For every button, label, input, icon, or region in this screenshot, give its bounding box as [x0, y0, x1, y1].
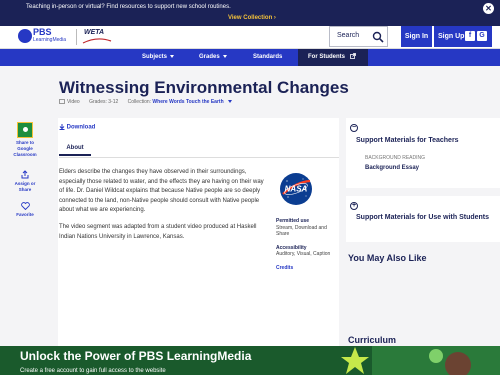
chevron-down-icon — [170, 54, 175, 58]
curriculum-heading: Curriculum — [348, 335, 397, 345]
credits-link[interactable]: Credits — [276, 265, 340, 272]
search-icon[interactable] — [372, 31, 384, 43]
support-students-card: + Support Materials for Use with Student… — [346, 196, 500, 242]
nav-for-students[interactable]: For Students — [298, 49, 368, 66]
description-paragraph: Elders describe the changes they have ob… — [59, 169, 264, 214]
nasa-logo: NASA — [280, 173, 312, 205]
chevron-down-icon — [222, 54, 227, 58]
rail-label: Share — [18, 187, 32, 192]
download-label: Download — [66, 124, 96, 131]
nav-standards[interactable]: Standards — [253, 49, 282, 66]
close-icon[interactable]: ✕ — [483, 3, 494, 14]
smiley-icon — [429, 349, 443, 363]
chevron-down-icon[interactable] — [228, 100, 233, 104]
svg-text:NASA: NASA — [285, 185, 308, 194]
collapse-icon[interactable]: − — [350, 124, 358, 132]
download-icon — [59, 124, 65, 130]
collection-link[interactable]: Where Words Touch the Earth — [152, 99, 223, 105]
promo-text: Teaching in-person or virtual? Find reso… — [26, 4, 231, 10]
banner-title: Unlock the Power of PBS LearningMedia — [20, 349, 252, 363]
share-google-classroom-button[interactable]: Share to Google Classroom — [0, 122, 50, 158]
grade-range: Grades: 3-12 — [89, 99, 119, 105]
background-reading-label: BACKGROUND READING — [365, 155, 426, 161]
accessibility-value: Auditory, Visual, Caption — [276, 251, 331, 257]
google-icon[interactable]: G — [477, 31, 487, 41]
weta-swoosh-icon — [82, 38, 112, 44]
site-header: PBS LearningMedia WETA Search Sign In Si… — [0, 26, 500, 49]
facebook-icon[interactable]: f — [465, 31, 475, 41]
sign-up-label: Sign Up — [438, 33, 465, 40]
logo-divider — [76, 29, 77, 45]
promo-bar: Teaching in-person or virtual? Find reso… — [0, 0, 500, 26]
support-students-title[interactable]: Support Materials for Use with Students — [356, 213, 496, 222]
nav-students-label: For Students — [308, 54, 345, 60]
main-nav: Subjects Grades Standards For Students — [0, 49, 500, 66]
view-collection-link[interactable]: View Collection › — [228, 15, 276, 21]
collection-label: Collection: — [127, 99, 152, 105]
rail-label: Classroom — [13, 152, 37, 157]
search-input[interactable]: Search — [329, 26, 388, 47]
resource-type: Video — [67, 99, 80, 105]
assign-share-button[interactable]: Assign or Share — [0, 170, 50, 193]
heart-icon — [20, 202, 30, 211]
pbs-head-icon — [18, 29, 32, 43]
logo-sub-text: LearningMedia — [33, 37, 67, 43]
star-icon — [341, 347, 369, 374]
resource-details: Permitted use Stream, Download and Share… — [276, 218, 340, 271]
student-photo — [445, 352, 471, 375]
expand-icon[interactable]: + — [350, 202, 358, 210]
favorite-button[interactable]: Favorite — [0, 202, 50, 218]
support-teachers-title[interactable]: Support Materials for Teachers — [356, 136, 459, 145]
search-label: Search — [337, 32, 360, 39]
pbs-learningmedia-logo[interactable]: PBS LearningMedia — [18, 27, 70, 46]
resource-meta: Video Grades: 3-12 Collection: Where Wor… — [59, 99, 233, 105]
banner-subtitle: Create a free account to gain full acces… — [20, 368, 166, 374]
nav-subjects[interactable]: Subjects — [142, 49, 175, 66]
weta-logo[interactable]: WETA — [84, 29, 104, 36]
tab-about[interactable]: About — [59, 140, 91, 156]
background-essay-link[interactable]: Background Essay — [365, 165, 419, 171]
description: Elders describe the changes they have ob… — [59, 168, 266, 249]
share-icon — [21, 170, 29, 179]
tab-divider — [59, 157, 339, 158]
rail-label: Favorite — [16, 212, 34, 217]
sign-in-button[interactable]: Sign In — [401, 26, 432, 47]
signup-banner[interactable]: Unlock the Power of PBS LearningMedia Cr… — [0, 346, 500, 375]
you-may-also-like-heading: You May Also Like — [348, 253, 427, 263]
nav-grades-label: Grades — [199, 54, 220, 60]
download-button[interactable]: Download — [59, 124, 95, 131]
page-title: Witnessing Environmental Changes — [59, 78, 349, 97]
permitted-use-value: Stream, Download and Share — [276, 224, 327, 238]
support-teachers-card: − Support Materials for Teachers BACKGRO… — [346, 118, 500, 188]
video-icon — [59, 99, 65, 105]
logo-main-text: PBS — [33, 27, 52, 37]
description-paragraph: The video segment was adapted from a stu… — [59, 223, 257, 240]
nav-subjects-label: Subjects — [142, 54, 168, 60]
google-classroom-icon — [17, 122, 33, 138]
nav-grades[interactable]: Grades — [199, 49, 227, 66]
external-link-icon — [349, 53, 356, 60]
